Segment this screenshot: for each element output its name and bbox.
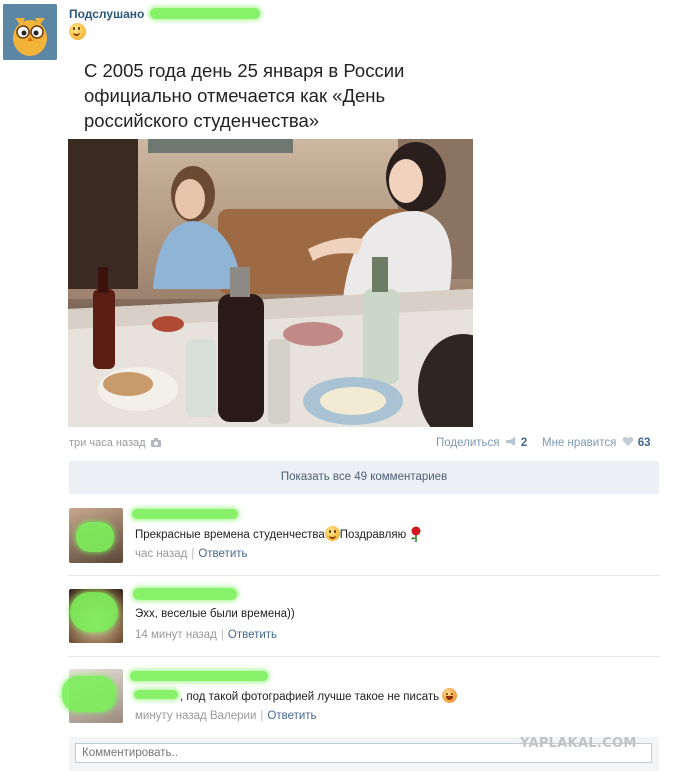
reply-link[interactable]: Ответить (267, 710, 316, 722)
post-text: С 2005 года день 25 января в России офиц… (84, 58, 404, 133)
comment-divider (68, 575, 660, 576)
share-count: 2 (520, 437, 528, 449)
comment-time[interactable]: час назад (135, 548, 187, 560)
watermark-text: YAPLAKAL.COM (520, 736, 637, 751)
post-text-line-3: российского студенчества» (84, 110, 320, 131)
show-all-comments-button[interactable]: Показать все 49 комментариев (69, 461, 659, 494)
meta-separator: | (191, 548, 195, 560)
censored-group-name (150, 8, 260, 19)
censored-avatar-mark (70, 592, 118, 632)
comment-text-part: Поздравляю (339, 529, 407, 541)
censored-mentioned-name (134, 690, 178, 699)
owl-mascot-icon (3, 4, 57, 60)
comment-divider (68, 656, 660, 657)
smile-emoji-icon (69, 23, 86, 40)
reply-link[interactable]: Ответить (198, 548, 247, 560)
laughing-emoji-icon (442, 688, 458, 703)
comment-text-part: Прекрасные времена студенчества (135, 529, 325, 541)
comment-text: Прекрасные времена студенчества Поздравля… (135, 526, 423, 542)
comment-time[interactable]: 14 минут назад (135, 629, 217, 641)
camera-icon (150, 438, 161, 447)
post-timestamp[interactable]: три часа назад (69, 437, 161, 449)
heart-icon (622, 436, 633, 446)
like-count: 63 (637, 437, 651, 449)
post-text-line-2: официально отмечается как «День (84, 85, 386, 106)
reply-link[interactable]: Ответить (228, 629, 277, 641)
censored-avatar-mark (62, 676, 116, 712)
comment-text: , под такой фотографией лучше такое не п… (180, 688, 458, 703)
share-button[interactable]: Поделиться 2 (436, 436, 527, 449)
share-label: Поделиться (436, 437, 500, 449)
comment-time[interactable]: минуту назад Валерии (135, 710, 256, 722)
post-time-text: три часа назад (69, 437, 146, 449)
meta-separator: | (220, 629, 224, 641)
megaphone-icon (505, 437, 515, 446)
censored-commenter-name (130, 671, 268, 681)
like-button[interactable]: Мне нравится 63 (542, 436, 651, 449)
post-author-name[interactable]: Подслушано (69, 7, 144, 21)
community-avatar[interactable] (3, 4, 57, 60)
comment-text: Эхх, веселые были времена)) (135, 608, 295, 620)
smile-emoji-icon (324, 526, 340, 541)
meta-separator: | (260, 710, 264, 722)
rose-icon (411, 526, 421, 542)
censored-commenter-name (132, 509, 238, 519)
post-photo[interactable] (68, 139, 473, 427)
censored-commenter-name (133, 588, 237, 600)
censored-avatar-mark (76, 522, 114, 552)
comment-text-part: , под такой фотографией лучше такое не п… (180, 691, 440, 703)
show-all-comments-label: Показать все 49 комментариев (280, 471, 448, 483)
post-text-line-1: С 2005 года день 25 января в России (84, 60, 405, 81)
comment-meta: час назад | Ответить (135, 548, 248, 560)
comment-meta: 14 минут назад | Ответить (135, 629, 277, 641)
party-photo-illustration (68, 139, 473, 427)
like-label: Мне нравится (542, 437, 617, 449)
comment-meta: минуту назад Валерии | Ответить (135, 710, 317, 722)
